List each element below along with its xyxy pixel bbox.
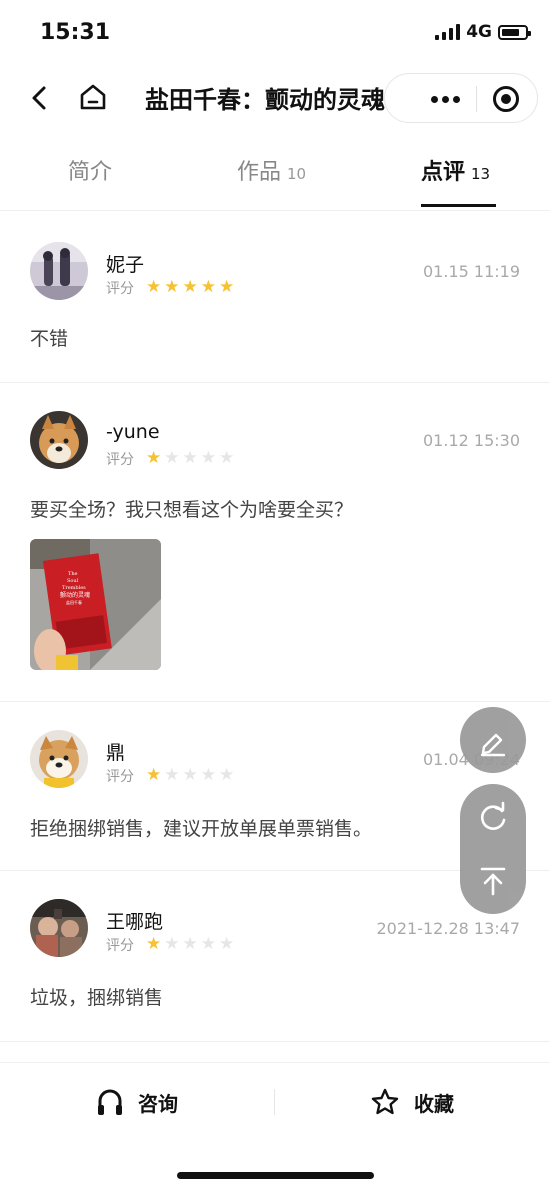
rating-label: 评分 — [106, 769, 134, 785]
more-icon[interactable] — [431, 96, 460, 103]
review-content: 垃圾，捆绑销售 — [30, 987, 164, 1009]
tab-reviews[interactable]: 点评 13 — [421, 154, 490, 186]
close-miniprogram-icon[interactable] — [493, 86, 519, 112]
star-icon: ★ — [164, 448, 180, 468]
star-icon: ★ — [219, 934, 235, 954]
star-icon: ★ — [146, 448, 162, 468]
photo-text: Soul — [67, 578, 79, 584]
status-indicators: 4G — [435, 22, 531, 42]
tab-bar: 简介 作品 10 点评 13 — [0, 140, 550, 211]
photo-text: 盐田千春 — [66, 599, 82, 605]
review-item: -yune 评分 ★ ★ ★ ★ ★ 01.12 15:30 要买全场？我只想看这个为啥… — [0, 383, 550, 702]
avatar[interactable] — [30, 242, 88, 300]
capsule-divider — [476, 86, 477, 112]
star-rating: ★ ★ ★ ★ ★ — [146, 936, 234, 953]
home-indicator — [177, 1172, 374, 1179]
active-tab-indicator — [421, 204, 496, 207]
favorite-label: 收藏 — [414, 1091, 454, 1116]
status-time: 15:31 — [40, 20, 111, 45]
star-icon: ★ — [200, 765, 216, 785]
star-rating: ★ ★ ★ ★ ★ — [146, 450, 234, 467]
review-content: 不错 — [30, 328, 69, 350]
avatar[interactable] — [30, 730, 88, 788]
tab-label: 简介 — [68, 160, 113, 185]
star-icon — [371, 1088, 399, 1115]
star-icon: ★ — [219, 277, 235, 297]
headset-icon — [98, 1089, 122, 1115]
star-icon: ★ — [219, 448, 235, 468]
reviewer-name: 王哪跑 — [106, 911, 164, 933]
star-icon: ★ — [146, 277, 162, 297]
write-review-button[interactable] — [460, 707, 526, 773]
reviewer-name: 鼎 — [106, 742, 126, 764]
rating-label: 评分 — [106, 452, 134, 468]
star-icon: ★ — [182, 934, 198, 954]
home-icon[interactable] — [78, 82, 108, 112]
review-date: 2021-12.28 13:47 — [376, 919, 521, 938]
back-to-top-icon[interactable] — [460, 848, 526, 914]
miniprogram-capsule — [384, 73, 538, 123]
star-icon: ★ — [219, 765, 235, 785]
star-icon: ★ — [200, 448, 216, 468]
tab-count: 13 — [471, 165, 491, 183]
review-content: 要买全场？我只想看这个为啥要全买？ — [30, 499, 354, 521]
review-item: 妮子 评分 ★ ★ ★ ★ ★ 01.15 11:19 不错 — [0, 214, 550, 383]
bottom-action-bar: 咨询 收藏 — [0, 1062, 550, 1192]
bottom-divider — [274, 1089, 275, 1115]
star-rating: ★ ★ ★ ★ ★ — [146, 279, 234, 296]
star-rating: ★ ★ ★ ★ ★ — [146, 767, 234, 784]
photo-text: The — [68, 571, 78, 577]
tab-label: 点评 — [421, 160, 466, 185]
avatar[interactable] — [30, 411, 88, 469]
star-icon: ★ — [164, 934, 180, 954]
review-photo[interactable]: The Soul Trembles 颤动的灵魂 盐田千春 — [30, 539, 161, 670]
rating-label: 评分 — [106, 938, 134, 954]
floating-actions — [460, 784, 526, 914]
tab-works[interactable]: 作品 10 — [237, 154, 306, 186]
tab-label: 作品 — [237, 160, 282, 185]
rating-label: 评分 — [106, 281, 134, 297]
review-content: 拒绝捆绑销售，建议开放单展单票销售。 — [30, 818, 373, 840]
star-icon: ★ — [200, 277, 216, 297]
page-title: 盐田千春：颤动的灵魂 — [145, 86, 385, 114]
signal-icon — [435, 24, 461, 40]
star-icon: ★ — [164, 277, 180, 297]
star-icon: ★ — [182, 765, 198, 785]
tab-intro[interactable]: 简介 — [68, 154, 112, 186]
status-bar: 15:31 4G — [0, 0, 550, 68]
back-icon[interactable] — [26, 84, 54, 112]
consult-button[interactable]: 咨询 — [96, 1087, 178, 1117]
star-icon: ★ — [182, 277, 198, 297]
review-date: 01.15 11:19 — [423, 262, 520, 281]
network-label: 4G — [466, 22, 492, 42]
consult-label: 咨询 — [138, 1091, 178, 1116]
favorite-button[interactable]: 收藏 — [370, 1087, 454, 1117]
nav-bar: 盐田千春：颤动的灵魂 — [0, 68, 550, 128]
tab-count: 10 — [287, 165, 307, 183]
star-icon: ★ — [164, 765, 180, 785]
avatar[interactable] — [30, 899, 88, 957]
photo-text: 颤动的灵魂 — [60, 591, 90, 599]
star-icon: ★ — [146, 934, 162, 954]
edit-icon — [480, 733, 506, 757]
reviewer-name: 妮子 — [106, 254, 145, 276]
review-date: 01.12 15:30 — [423, 431, 520, 450]
reviewer-name: -yune — [106, 421, 160, 443]
star-icon: ★ — [182, 448, 198, 468]
battery-icon — [498, 24, 531, 40]
star-icon: ★ — [146, 765, 162, 785]
refresh-icon[interactable] — [460, 784, 526, 850]
star-icon: ★ — [200, 934, 216, 954]
photo-text: Trembles — [62, 585, 86, 591]
